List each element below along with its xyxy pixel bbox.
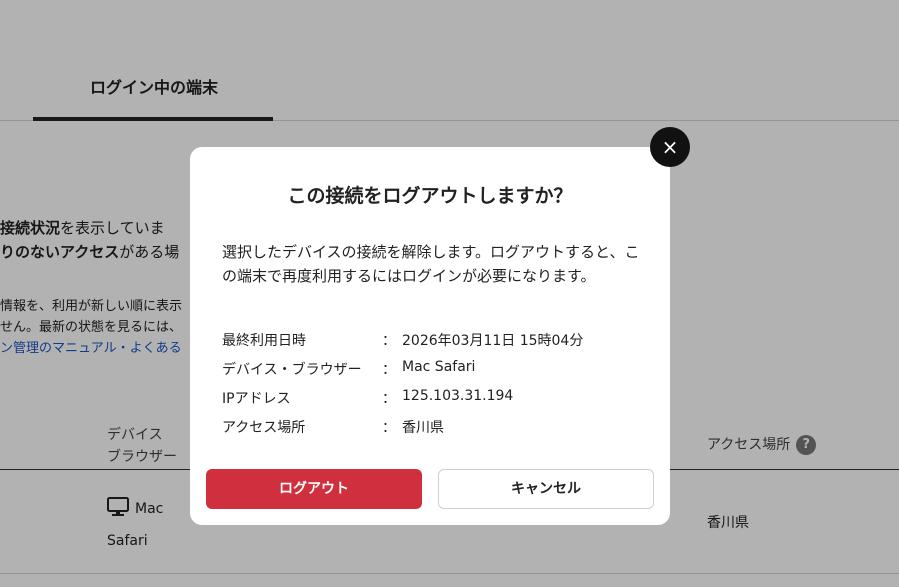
info-device-browser: デバイス・ブラウザー ： Mac Safari bbox=[222, 359, 642, 383]
info-colon: ： bbox=[382, 420, 396, 436]
info-value: Mac Safari bbox=[402, 359, 476, 375]
dialog-title: この接続をログアウトしますか？ bbox=[287, 185, 573, 207]
info-access-location: アクセス場所 ： 香川県 bbox=[222, 417, 642, 441]
info-label: 最終利用日時 bbox=[222, 333, 306, 349]
info-label: IPアドレス bbox=[222, 391, 291, 407]
logout-confirm-dialog: この接続をログアウトしますか？ 選択したデバイスの接続を解除します。ログアウトす… bbox=[190, 147, 670, 525]
info-value: 125.103.31.194 bbox=[402, 388, 514, 404]
info-label: アクセス場所 bbox=[222, 420, 306, 436]
info-last-used: 最終利用日時 ： 2026年03月11日 15時04分 bbox=[222, 330, 642, 354]
logout-button[interactable]: ログアウト bbox=[206, 469, 422, 509]
info-colon: ： bbox=[382, 391, 396, 407]
cancel-button[interactable]: キャンセル bbox=[438, 469, 654, 509]
info-ip-address: IPアドレス ： 125.103.31.194 bbox=[222, 388, 642, 412]
info-value: 2026年03月11日 15時04分 bbox=[402, 333, 584, 349]
info-label: デバイス・ブラウザー bbox=[222, 362, 362, 378]
dialog-description: 選択したデバイスの接続を解除します。ログアウトすると、この端末で再度利用するには… bbox=[222, 243, 640, 285]
close-icon[interactable]: × bbox=[650, 127, 690, 167]
info-value: 香川県 bbox=[402, 420, 444, 436]
info-colon: ： bbox=[382, 362, 396, 378]
info-colon: ： bbox=[382, 333, 396, 349]
